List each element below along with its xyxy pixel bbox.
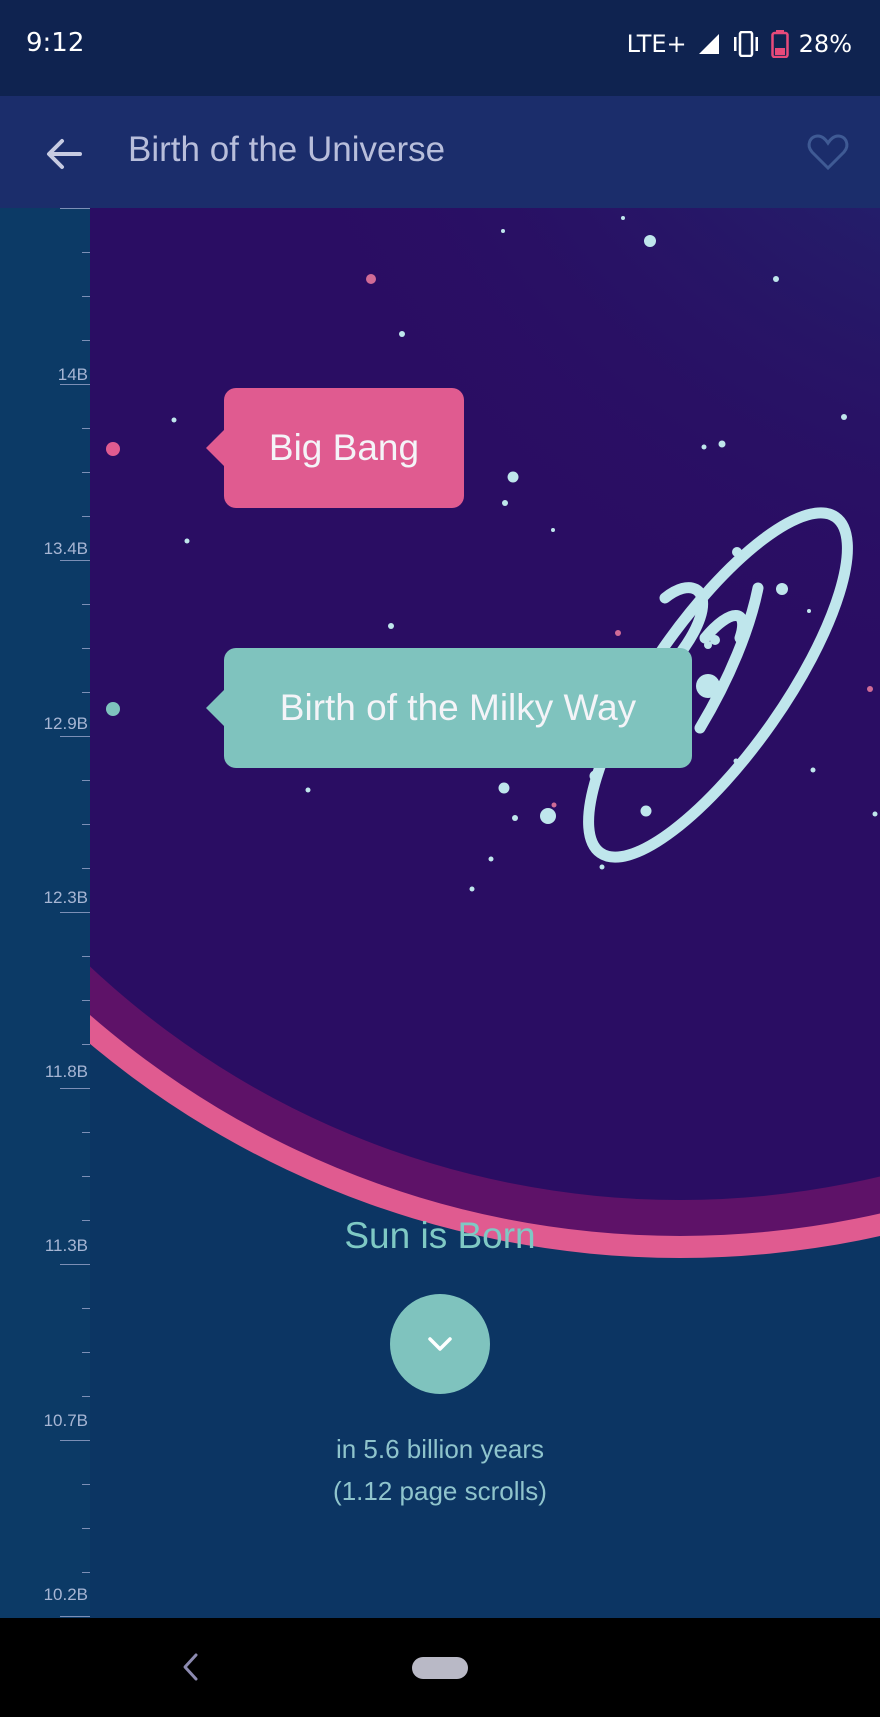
timeline-tick (60, 560, 90, 561)
timeline-tick (82, 428, 90, 429)
home-pill-icon[interactable] (412, 1657, 468, 1679)
timeline-tick (82, 472, 90, 473)
next-event-title: Sun is Born (344, 1215, 536, 1256)
nav-bar (0, 1618, 880, 1717)
status-time: 9:12 (26, 28, 85, 58)
timeline-tick (82, 1484, 90, 1485)
status-icons: LTE+ 28% (627, 30, 852, 58)
arrow-left-icon (47, 139, 82, 169)
favorite-button[interactable] (804, 128, 852, 176)
signal-icon (698, 34, 719, 54)
timeline-tick (82, 1308, 90, 1309)
back-button[interactable] (40, 130, 88, 178)
timeline-tick (82, 340, 90, 341)
battery-percent: 28% (798, 30, 852, 58)
timeline-tick (82, 1528, 90, 1529)
event-label: Big Bang (268, 427, 420, 468)
app-bar: Birth of the Universe (0, 96, 880, 208)
next-event-scrolls: (1.12 page scrolls) (333, 1476, 547, 1506)
timeline-label: 10.7B (43, 1411, 88, 1430)
timeline-tick (82, 692, 90, 693)
timeline-tick (82, 516, 90, 517)
timeline-tick (82, 296, 90, 297)
chevron-down-icon (428, 1337, 452, 1351)
timeline-tick (82, 1044, 90, 1045)
event-dot-milky-way (106, 702, 120, 716)
space-illustration (90, 208, 880, 1258)
timeline-tick (82, 604, 90, 605)
timeline-tick (60, 1088, 90, 1089)
event-dot-big-bang (106, 442, 120, 456)
timeline-tick (60, 912, 90, 913)
timeline-tick (60, 384, 90, 385)
timeline-tick (82, 956, 90, 957)
event-label: Birth of the Milky Way (279, 687, 637, 728)
timeline-label: 10.2B (43, 1585, 88, 1604)
nav-back-icon (183, 1653, 198, 1681)
page-title: Birth of the Universe (128, 130, 446, 169)
timeline-tick (82, 780, 90, 781)
timeline-tick (82, 1132, 90, 1133)
nav-back-button[interactable] (176, 1648, 206, 1686)
timeline-tick (82, 1572, 90, 1573)
timeline-tick (60, 1264, 90, 1265)
timeline-tick (60, 736, 90, 737)
timeline-label: 14B (57, 365, 88, 384)
timeline-tick (60, 208, 90, 209)
event-bubble-big-bang[interactable]: Big Bang (206, 388, 464, 508)
timeline-tick (82, 252, 90, 253)
heart-outline-icon (807, 134, 849, 171)
battery-icon (770, 30, 789, 58)
next-event-distance: in 5.6 billion years (335, 1434, 545, 1464)
timeline-label: 12.9B (43, 714, 88, 733)
timeline-tick (82, 1220, 90, 1221)
timeline-label: 13.4B (43, 539, 88, 558)
timeline-tick (82, 868, 90, 869)
timeline-tick (82, 1000, 90, 1001)
timeline-tick (82, 648, 90, 649)
timeline-tick (82, 1396, 90, 1397)
timeline-tick (82, 1352, 90, 1353)
timeline-tick (60, 1440, 90, 1441)
network-label: LTE+ (626, 30, 687, 58)
timeline-tick (82, 824, 90, 825)
timeline-label: 11.3B (44, 1236, 88, 1255)
status-bar: 9:12 LTE+ 28% (0, 0, 880, 96)
timeline-ruler[interactable]: 14B 13.4B 12.9B 12.3B 11.8B 11.3B 10.7B … (0, 208, 90, 1618)
timeline-label: 12.3B (43, 888, 88, 907)
timeline-label: 11.8B (44, 1062, 88, 1081)
next-event-button[interactable] (390, 1294, 490, 1394)
vibrate-icon (733, 31, 758, 57)
timeline-tick (82, 1176, 90, 1177)
event-bubble-milky-way[interactable]: Birth of the Milky Way (206, 648, 692, 768)
space-scene (90, 208, 880, 1618)
timeline-tick (60, 1616, 90, 1617)
